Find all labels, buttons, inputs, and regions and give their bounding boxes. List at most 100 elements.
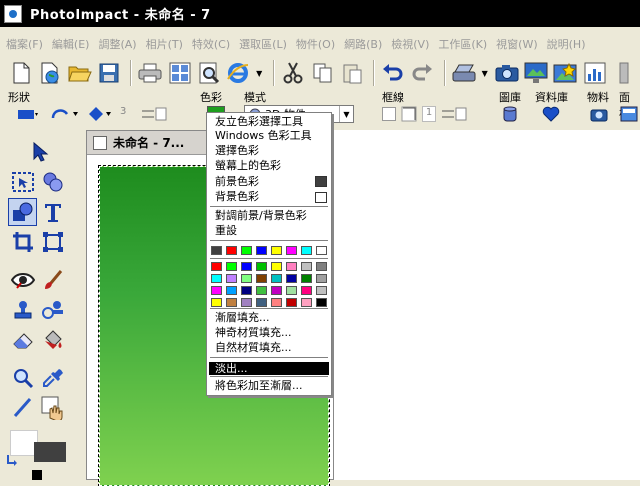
- menu-foreground-color[interactable]: 前景色彩: [215, 175, 259, 188]
- palette-color-swatch[interactable]: [271, 298, 282, 307]
- menu-background-color[interactable]: 背景色彩: [215, 190, 259, 203]
- palette-color-swatch[interactable]: [286, 298, 297, 307]
- hand-tool[interactable]: [38, 394, 67, 422]
- menu-swap-colors[interactable]: 對調前景/背景色彩: [215, 209, 307, 222]
- shape-custom-button[interactable]: [86, 105, 116, 123]
- shape-spin-button[interactable]: [140, 106, 170, 122]
- menu-add-to-gradient[interactable]: 將色彩加至漸層...: [215, 379, 303, 392]
- screen-capture-button[interactable]: [523, 60, 549, 87]
- redo-button[interactable]: [409, 60, 435, 87]
- fill-tool[interactable]: [38, 326, 67, 354]
- palette-color-swatch[interactable]: [271, 262, 282, 271]
- panel-button[interactable]: [620, 105, 638, 123]
- paste-button[interactable]: [339, 60, 365, 87]
- border-spin-button[interactable]: [440, 106, 470, 122]
- open-button[interactable]: [67, 60, 93, 87]
- palette-color-swatch[interactable]: [271, 286, 282, 295]
- menu-help[interactable]: 說明(H): [547, 36, 586, 52]
- image-optimizer-button[interactable]: [552, 60, 578, 87]
- palette-color-swatch[interactable]: [286, 286, 297, 295]
- palette-color-swatch[interactable]: [286, 262, 297, 271]
- menu-window[interactable]: 視窗(W): [496, 36, 537, 52]
- menu-object[interactable]: 物件(O): [296, 36, 335, 52]
- palette-color-swatch[interactable]: [256, 286, 267, 295]
- menu-screen-color[interactable]: 螢幕上的色彩: [215, 159, 281, 172]
- shape-rectangle-button[interactable]: [16, 107, 38, 121]
- palette-color-swatch[interactable]: [301, 298, 312, 307]
- menu-friendly-color-picker[interactable]: 友立色彩選擇工具: [215, 115, 303, 128]
- menu-photo[interactable]: 相片(T): [146, 36, 183, 52]
- pick-tool[interactable]: [24, 138, 53, 166]
- recent-color-swatch[interactable]: [301, 246, 312, 255]
- menu-workspace[interactable]: 工作區(K): [438, 36, 487, 52]
- menu-gradient-fill[interactable]: 漸層填充...: [215, 311, 270, 324]
- border-width-input[interactable]: 1: [422, 106, 436, 122]
- border-style-button[interactable]: [401, 106, 417, 122]
- palette-color-swatch[interactable]: [286, 274, 297, 283]
- crop-tool[interactable]: [8, 228, 37, 256]
- eraser-tool[interactable]: [8, 326, 37, 354]
- library-button[interactable]: [542, 105, 560, 123]
- recent-color-swatch[interactable]: [256, 246, 267, 255]
- palette-color-swatch[interactable]: [301, 286, 312, 295]
- palette-color-swatch[interactable]: [301, 274, 312, 283]
- menu-magic-texture-fill[interactable]: 神奇材質填充...: [215, 326, 292, 339]
- text-tool[interactable]: [38, 198, 67, 226]
- recent-color-swatch[interactable]: [241, 246, 252, 255]
- scan-button[interactable]: [451, 60, 477, 87]
- path-drawing-tool[interactable]: [8, 198, 37, 226]
- menu-view[interactable]: 檢視(V): [391, 36, 429, 52]
- menu-selection[interactable]: 選取區(L): [239, 36, 287, 52]
- recent-color-swatch[interactable]: [211, 246, 222, 255]
- transform-tool[interactable]: [38, 228, 67, 256]
- palette-color-swatch[interactable]: [241, 262, 252, 271]
- menu-edit[interactable]: 編輯(E): [52, 36, 90, 52]
- undo-button[interactable]: [380, 60, 406, 87]
- menu-natural-texture-fill[interactable]: 自然材質填充...: [215, 341, 292, 354]
- menu-adjust[interactable]: 調整(A): [98, 36, 136, 52]
- more-button[interactable]: [611, 60, 637, 87]
- save-button[interactable]: [96, 60, 122, 87]
- browser-preview-button[interactable]: [225, 60, 251, 87]
- palette-color-swatch[interactable]: [241, 274, 252, 283]
- palette-color-swatch[interactable]: [241, 298, 252, 307]
- palette-color-swatch[interactable]: [256, 262, 267, 271]
- palette-color-swatch[interactable]: [211, 262, 222, 271]
- shape-path-button[interactable]: [50, 106, 80, 122]
- paint-tool[interactable]: [38, 266, 67, 294]
- chart-button[interactable]: [582, 60, 608, 87]
- line-tool[interactable]: [8, 394, 37, 422]
- palette-color-swatch[interactable]: [316, 274, 327, 283]
- print-multiple-button[interactable]: [166, 60, 192, 87]
- red-eye-tool[interactable]: [8, 266, 37, 294]
- palette-color-swatch[interactable]: [271, 274, 282, 283]
- print-button[interactable]: [137, 60, 163, 87]
- new-web-button[interactable]: [37, 60, 63, 87]
- workspace[interactable]: [334, 130, 640, 480]
- selection-tool[interactable]: [8, 168, 37, 196]
- recent-color-swatch[interactable]: [316, 246, 327, 255]
- eyedropper-tool[interactable]: [38, 364, 67, 392]
- foreground-color-swatch[interactable]: [34, 442, 66, 462]
- menu-effect[interactable]: 特效(C): [192, 36, 230, 52]
- camera-button[interactable]: [494, 60, 520, 87]
- palette-color-swatch[interactable]: [211, 286, 222, 295]
- palette-color-swatch[interactable]: [301, 262, 312, 271]
- menu-file[interactable]: 檔案(F): [6, 36, 43, 52]
- palette-color-swatch[interactable]: [226, 298, 237, 307]
- recent-color-swatch[interactable]: [271, 246, 282, 255]
- menu-reset-colors[interactable]: 重設: [215, 224, 237, 237]
- default-colors-button[interactable]: [32, 470, 42, 480]
- palette-color-swatch[interactable]: [211, 274, 222, 283]
- print-preview-button[interactable]: [196, 60, 222, 87]
- menu-pick-color[interactable]: 選擇色彩: [215, 144, 259, 157]
- menu-fade-out[interactable]: 淡出...: [209, 362, 329, 375]
- clone-tool[interactable]: [38, 296, 67, 324]
- palette-color-swatch[interactable]: [211, 298, 222, 307]
- palette-color-swatch[interactable]: [316, 298, 327, 307]
- layer-button[interactable]: [502, 105, 518, 123]
- palette-color-swatch[interactable]: [256, 274, 267, 283]
- menu-web[interactable]: 網路(B): [344, 36, 382, 52]
- palette-color-swatch[interactable]: [241, 286, 252, 295]
- palette-color-swatch[interactable]: [316, 262, 327, 271]
